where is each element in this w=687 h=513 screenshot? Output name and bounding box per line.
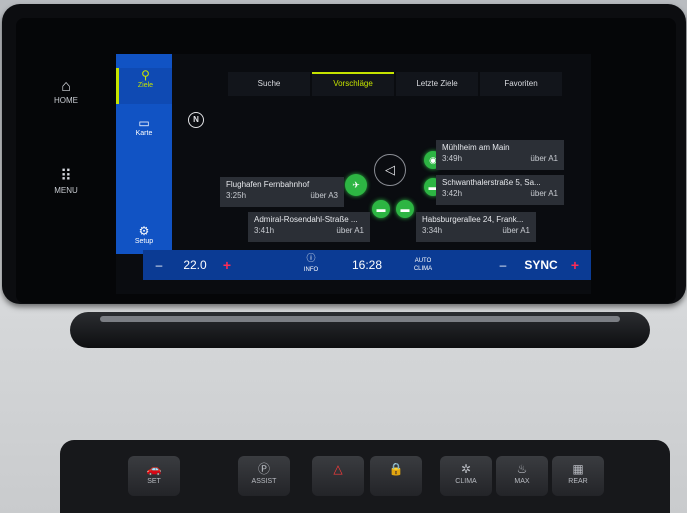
- destination-card[interactable]: Habsburgerallee 24, Frank... 3:34h über A…: [416, 212, 536, 242]
- rear-defrost-button[interactable]: ▦ REAR: [552, 456, 604, 496]
- climate-icon: ✲: [460, 462, 472, 476]
- sidebar: ⚲ Ziele ▭ Karte ⚙ Setup: [116, 54, 172, 254]
- menu-label: MENU: [54, 186, 78, 195]
- navigation-display: ⚲ Ziele ▭ Karte ⚙ Setup Suche Vorschläge…: [116, 54, 591, 294]
- button-label: SET: [147, 478, 161, 485]
- home-icon: ⌂: [61, 78, 71, 95]
- hard-keys: ⌂ HOME ⠿ MENU: [16, 18, 116, 303]
- map-icon: ▭: [138, 116, 150, 130]
- info-icon: ⓘ: [306, 253, 316, 263]
- destination-route: über A1: [530, 189, 558, 198]
- display-bezel: ⌂ HOME ⠿ MENU ⚲ Ziele ▭ Karte ⚙ Setup Su…: [2, 4, 686, 304]
- sidebar-item-label: Setup: [134, 238, 154, 245]
- grid-icon: ⠿: [60, 168, 72, 185]
- hazard-button[interactable]: △: [312, 456, 364, 496]
- destination-card[interactable]: Flughafen Fernbahnhof 3:25h über A3: [220, 177, 344, 207]
- button-label: REAR: [568, 478, 588, 485]
- destination-time: 3:25h: [226, 191, 247, 200]
- tab-letzte-ziele[interactable]: Letzte Ziele: [396, 72, 478, 96]
- button-label: CLIMA: [455, 478, 477, 485]
- temp-left-plus-button[interactable]: +: [217, 250, 237, 280]
- defrost-max-icon: ♨: [516, 462, 528, 476]
- tab-bar: Suche Vorschläge Letzte Ziele Favoriten: [228, 72, 568, 96]
- vent-trim: [100, 316, 620, 322]
- destination-route: über A3: [310, 191, 338, 200]
- destination-name: Mühlheim am Main: [442, 143, 510, 152]
- destination-card[interactable]: Schwanthalerstraße 5, Sa... 3:42h über A1: [436, 175, 564, 205]
- compass-icon[interactable]: N: [188, 112, 204, 128]
- button-label: ASSIST: [251, 478, 277, 485]
- destination-route: über A1: [502, 226, 530, 235]
- assist-button[interactable]: Ⓟ ASSIST: [238, 456, 290, 496]
- sidebar-item-ziele[interactable]: ⚲ Ziele: [116, 68, 172, 104]
- airport-pin-icon[interactable]: ✈: [345, 174, 367, 196]
- tab-suche[interactable]: Suche: [228, 72, 310, 96]
- destination-card[interactable]: Mühlheim am Main 3:49h über A1: [436, 140, 564, 170]
- sync-button[interactable]: SYNC: [521, 250, 561, 280]
- temp-right-plus-button[interactable]: +: [565, 250, 585, 280]
- current-position-icon: ◁: [374, 154, 406, 186]
- destination-name: Schwanthalerstraße 5, Sa...: [442, 178, 541, 187]
- home-label: HOME: [54, 96, 78, 105]
- tab-favoriten[interactable]: Favoriten: [480, 72, 562, 96]
- clima-label: CLIMA: [413, 266, 433, 272]
- destination-route: über A1: [336, 226, 364, 235]
- destination-time: 3:34h: [422, 226, 443, 235]
- info-button[interactable]: ⓘ INFO: [293, 250, 329, 280]
- tab-vorschlaege[interactable]: Vorschläge: [312, 72, 394, 96]
- destination-name: Admiral-Rosendahl-Straße ...: [254, 215, 358, 224]
- lock-icon: 🔒: [388, 462, 404, 476]
- home-key[interactable]: ⌂ HOME: [36, 78, 96, 105]
- sidebar-item-label: Ziele: [137, 82, 154, 89]
- destination-time: 3:42h: [442, 189, 463, 198]
- clima-button[interactable]: ✲ CLIMA: [440, 456, 492, 496]
- destination-icon: ⚲: [141, 68, 150, 82]
- rear-defrost-icon: ▦: [572, 462, 584, 476]
- auto-label: AUTO: [414, 258, 432, 264]
- destination-time: 3:49h: [442, 154, 463, 163]
- temp-right-minus-button[interactable]: –: [493, 250, 513, 280]
- destination-route: über A1: [530, 154, 558, 163]
- status-bar: – 22.0 + ⓘ INFO 16:28 AUTO CLIMA – SYNC …: [143, 250, 591, 280]
- temp-left-minus-button[interactable]: –: [149, 250, 169, 280]
- destination-card[interactable]: Admiral-Rosendahl-Straße ... 3:41h über A…: [248, 212, 370, 242]
- destination-pin-icon[interactable]: ▬: [372, 200, 390, 218]
- infotainment-screen: ⌂ HOME ⠿ MENU ⚲ Ziele ▭ Karte ⚙ Setup Su…: [16, 18, 676, 303]
- parking-assist-icon: Ⓟ: [257, 462, 270, 476]
- destination-name: Habsburgerallee 24, Frank...: [422, 215, 524, 224]
- climate-auto-button[interactable]: AUTO CLIMA: [405, 250, 441, 280]
- max-defrost-button[interactable]: ♨ MAX: [496, 456, 548, 496]
- destination-time: 3:41h: [254, 226, 275, 235]
- button-label: MAX: [514, 478, 530, 485]
- destination-name: Flughafen Fernbahnhof: [226, 180, 310, 189]
- clock: 16:28: [351, 258, 383, 272]
- info-label: INFO: [303, 267, 319, 273]
- hardware-button-panel: 🚗 SET Ⓟ ASSIST △ 🔒 ✲ CLIMA ♨ MAX ▦ REAR: [60, 440, 670, 513]
- car-icon: 🚗: [146, 462, 162, 476]
- sidebar-item-label: Karte: [135, 130, 153, 137]
- sidebar-item-karte[interactable]: ▭ Karte: [116, 116, 172, 137]
- sidebar-item-setup[interactable]: ⚙ Setup: [116, 224, 172, 245]
- menu-key[interactable]: ⠿ MENU: [36, 168, 96, 195]
- destination-pin-icon[interactable]: ▬: [396, 200, 414, 218]
- settings-icon: ⚙: [138, 224, 150, 238]
- lock-button[interactable]: 🔒: [370, 456, 422, 496]
- hazard-icon: △: [333, 462, 343, 476]
- set-button[interactable]: 🚗 SET: [128, 456, 180, 496]
- temp-left-value: 22.0: [183, 258, 207, 272]
